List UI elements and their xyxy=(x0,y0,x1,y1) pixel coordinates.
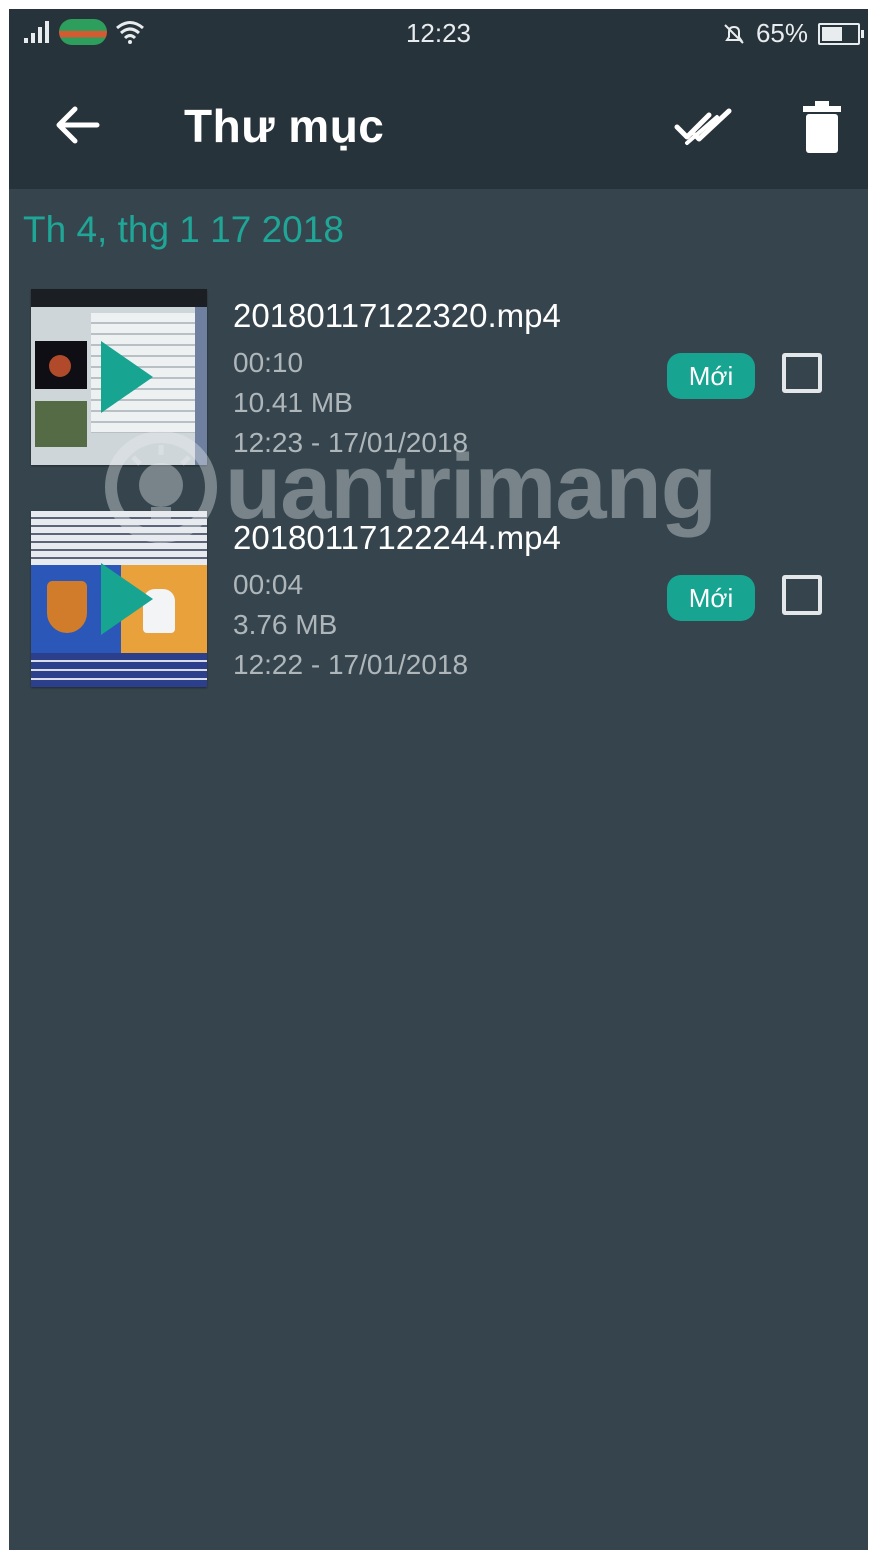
new-badge: Mới xyxy=(667,575,755,621)
file-datetime: 12:22 - 17/01/2018 xyxy=(233,649,469,680)
battery-icon xyxy=(818,22,864,45)
battery-percent: 65% xyxy=(755,18,808,48)
toolbar: Thư mục xyxy=(9,61,868,189)
battery-fill xyxy=(822,26,842,41)
page-title: Thư mục xyxy=(184,100,385,152)
thumbnail-decor xyxy=(195,307,207,465)
file-duration: 00:10 xyxy=(233,347,304,378)
new-badge: Mới xyxy=(667,353,755,399)
back-arrow-icon xyxy=(56,106,100,144)
list-item[interactable]: 20180117122244.mp4 00:04 3.76 MB 12:22 -… xyxy=(9,511,868,701)
video-thumbnail[interactable] xyxy=(31,511,207,687)
app-screen: 12:23 65% Thư mục Th 4, thg 1 17 2018 20… xyxy=(9,9,868,1550)
delete-button[interactable] xyxy=(794,95,850,159)
file-datetime: 12:23 - 17/01/2018 xyxy=(233,427,469,458)
thumbnail-decor xyxy=(35,401,87,447)
file-duration: 00:04 xyxy=(233,569,304,600)
play-icon xyxy=(101,563,153,635)
select-all-icon xyxy=(674,108,732,145)
thumbnail-decor xyxy=(31,511,207,565)
date-header: Th 4, thg 1 17 2018 xyxy=(23,209,344,250)
select-checkbox[interactable] xyxy=(782,353,822,393)
list-item[interactable]: 20180117122320.mp4 00:10 10.41 MB 12:23 … xyxy=(9,289,868,479)
select-checkbox[interactable] xyxy=(782,575,822,615)
select-all-button[interactable] xyxy=(669,97,739,157)
video-thumbnail[interactable] xyxy=(31,289,207,465)
status-bar: 12:23 65% xyxy=(9,9,868,61)
back-button[interactable] xyxy=(49,97,105,153)
file-size: 3.76 MB xyxy=(233,609,338,640)
thumbnail-decor xyxy=(31,653,207,687)
alarm-off-icon xyxy=(724,23,744,44)
file-name: 20180117122244.mp4 xyxy=(233,519,561,556)
file-name: 20180117122320.mp4 xyxy=(233,297,561,334)
trash-icon xyxy=(803,101,841,153)
play-icon xyxy=(101,341,153,413)
thumbnail-decor xyxy=(49,355,71,377)
status-right: 65% xyxy=(722,18,864,49)
thumbnail-decor xyxy=(31,289,207,307)
file-size: 10.41 MB xyxy=(233,387,353,418)
thumbnail-decor xyxy=(47,581,87,633)
